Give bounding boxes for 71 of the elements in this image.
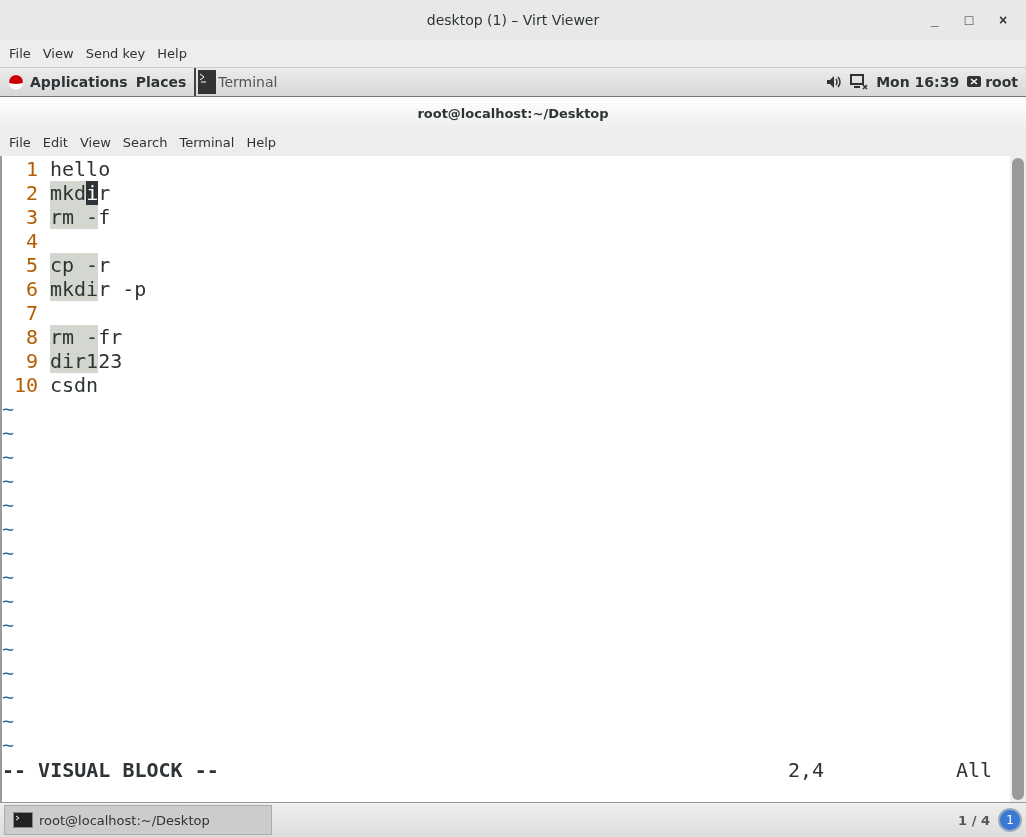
line-number: 5 [24, 253, 38, 277]
block-selection: dir1 [50, 349, 99, 373]
line-text: f [98, 205, 111, 229]
empty-line-marker: ~ [2, 397, 15, 421]
line-text: r [98, 181, 111, 205]
empty-line-marker: ~ [2, 469, 15, 493]
window-control-button[interactable]: _ [920, 6, 950, 34]
empty-line-marker: ~ [2, 661, 15, 685]
empty-line-marker: ~ [2, 517, 15, 541]
workspace-indicator[interactable]: 1 / 4 [958, 812, 990, 828]
hat-icon [8, 74, 24, 90]
line-number: 3 [24, 205, 38, 229]
line-number: 9 [24, 349, 38, 373]
menu-item[interactable]: Help [240, 135, 283, 150]
block-selection: rm - [50, 325, 99, 349]
line-text: 23 [98, 349, 123, 373]
line-number: 8 [24, 325, 38, 349]
network-icon [850, 74, 869, 90]
empty-line-marker: ~ [2, 589, 15, 613]
line-text: r [98, 253, 111, 277]
block-selection: mkdi [50, 277, 99, 301]
menu-item[interactable]: File [3, 135, 37, 150]
line-text: fr [98, 325, 123, 349]
menu-item[interactable]: Send key [79, 46, 152, 61]
empty-line-marker: ~ [2, 613, 15, 637]
block-selection: cp - [50, 253, 99, 277]
terminal-icon [13, 812, 33, 828]
user-menu[interactable]: root [985, 74, 1018, 90]
menu-item[interactable]: View [36, 46, 80, 61]
clock[interactable]: Mon 16:39 [876, 74, 960, 90]
notification-badge[interactable]: 1 [998, 808, 1022, 832]
line-number: 1 [24, 157, 38, 181]
empty-line-marker: ~ [2, 709, 15, 733]
menu-item[interactable]: File [3, 46, 37, 61]
menu-item[interactable]: Edit [36, 135, 74, 150]
scroll-position: All [956, 758, 993, 782]
line-number: 2 [24, 181, 38, 205]
volume-icon [826, 75, 843, 89]
line-number: 4 [24, 229, 38, 253]
empty-line-marker: ~ [2, 541, 15, 565]
cursor: i [86, 181, 99, 205]
line-text: csdn [50, 373, 99, 397]
menu-item[interactable]: Help [151, 46, 193, 61]
places-menu[interactable]: Places [135, 74, 187, 90]
empty-line-marker: ~ [2, 733, 15, 757]
scrollbar[interactable] [1010, 156, 1026, 802]
empty-line-marker: ~ [2, 445, 15, 469]
terminal-title: root@localhost:~/Desktop [417, 105, 609, 121]
empty-line-marker: ~ [2, 685, 15, 709]
block-selection: rm - [50, 205, 99, 229]
line-number: 10 [12, 373, 38, 397]
empty-line-marker: ~ [2, 421, 15, 445]
empty-line-marker: ~ [2, 565, 15, 589]
empty-line-marker: ~ [2, 493, 15, 517]
applications-menu[interactable]: Applications [30, 74, 128, 90]
taskbar-window-button[interactable]: root@localhost:~/Desktop [4, 805, 272, 835]
empty-line-marker: ~ [2, 637, 15, 661]
window-control-button[interactable]: □ [954, 6, 984, 34]
window-control-button[interactable]: × [988, 6, 1018, 34]
window-title: desktop (1) – Virt Viewer [426, 12, 600, 28]
block-selection: mkd [50, 181, 87, 205]
menu-item[interactable]: Search [116, 135, 174, 150]
line-number: 6 [24, 277, 38, 301]
line-number: 7 [24, 301, 38, 325]
cursor-position: 2,4 [788, 758, 826, 782]
menu-item[interactable]: View [73, 135, 117, 150]
line-text: hello [50, 157, 111, 181]
mode-indicator: -- VISUAL BLOCK -- [2, 758, 220, 782]
line-text: r -p [98, 277, 147, 301]
menu-item[interactable]: Terminal [173, 135, 241, 150]
terminal-icon [198, 70, 217, 94]
